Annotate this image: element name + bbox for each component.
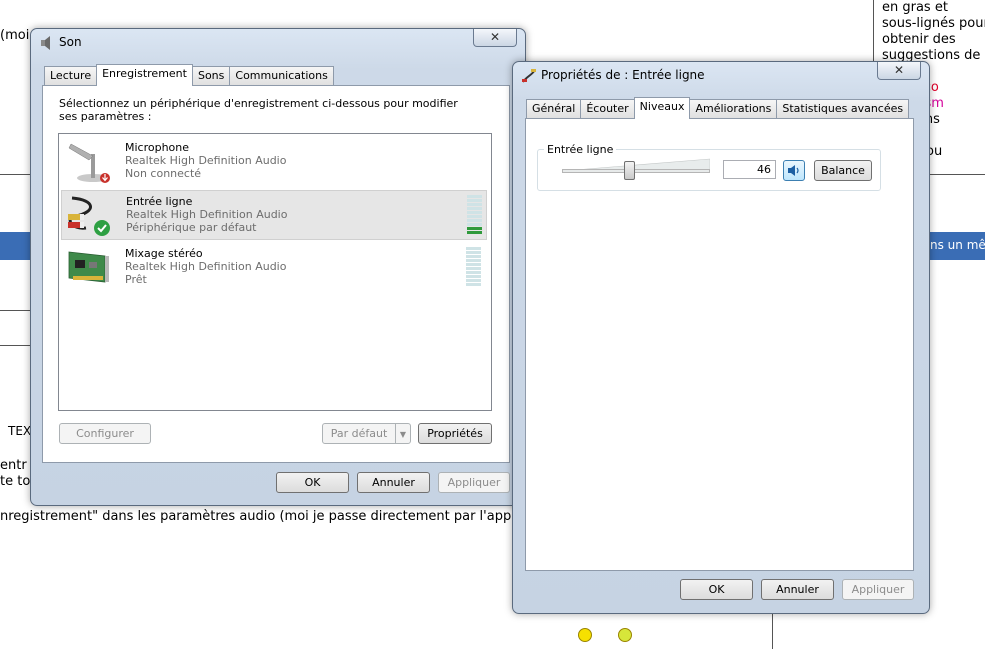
meter-bar [467, 223, 482, 226]
son-close-button[interactable]: ✕ [473, 29, 517, 47]
balance-button[interactable]: Balance [814, 160, 872, 181]
tab-ecouter[interactable]: Écouter [580, 99, 635, 118]
levels-group-label: Entrée ligne [544, 143, 617, 156]
device-item-line-in[interactable]: Entrée ligne Realtek High Definition Aud… [61, 190, 487, 240]
level-meter [467, 195, 482, 235]
device-status: Non connecté [125, 167, 202, 180]
son-title: Son [59, 35, 82, 49]
meter-bar [466, 251, 481, 254]
bg-text-fragment: (moi [0, 28, 30, 43]
device-name: Microphone [125, 141, 190, 154]
meter-bar [467, 215, 482, 218]
bg-text-fragment: te to [0, 474, 31, 489]
device-list: Microphone Realtek High Definition Audio… [58, 133, 492, 411]
sound-card-icon [68, 251, 109, 283]
bg-divider [0, 174, 30, 175]
level-meter [466, 247, 481, 287]
properties-button[interactable]: Propriétés [418, 423, 492, 444]
tab-sons[interactable]: Sons [191, 66, 231, 85]
level-input[interactable]: 46 [723, 160, 776, 179]
bg-header-band [0, 232, 30, 260]
son-instruction: Sélectionnez un périphérique d'enregistr… [59, 97, 458, 123]
bg-band-text: ns un mêm [930, 238, 985, 252]
meter-bar [466, 255, 481, 258]
line-in-cable-icon [68, 196, 110, 236]
meter-bar [467, 207, 482, 210]
meter-bar [466, 267, 481, 270]
bg-side-line: sous-lignés pour [882, 16, 985, 31]
meter-bar [466, 279, 481, 282]
tab-lecture[interactable]: Lecture [44, 66, 98, 85]
microphone-icon [68, 143, 110, 183]
device-driver: Realtek High Definition Audio [125, 260, 287, 273]
device-name: Entrée ligne [126, 195, 193, 208]
properties-title: Propriétés de : Entrée ligne [541, 68, 705, 82]
volume-slider-thumb[interactable] [624, 161, 635, 180]
mute-button[interactable] [783, 160, 805, 181]
smiley-icon[interactable] [578, 628, 592, 642]
bg-header-band-right: ns un mêm [928, 232, 985, 260]
tab-general[interactable]: Général [526, 99, 582, 118]
bg-divider [0, 310, 30, 311]
meter-bar [467, 231, 482, 234]
chevron-down-icon: ▼ [399, 430, 407, 439]
configure-button[interactable]: Configurer [59, 423, 151, 444]
meter-bar [466, 247, 481, 250]
speaker-icon [788, 165, 799, 176]
meter-bar [467, 227, 482, 230]
speaker-icon [41, 36, 50, 50]
device-item-stereo-mix[interactable]: Mixage stéréo Realtek High Definition Au… [61, 243, 487, 293]
meter-bar [466, 271, 481, 274]
meter-bar [466, 263, 481, 266]
tab-statistiques-avancees[interactable]: Statistiques avancées [776, 99, 910, 118]
meter-bar [467, 219, 482, 222]
line-in-cable-icon [522, 69, 536, 83]
bg-divider [0, 345, 30, 346]
set-default-button[interactable]: Par défaut [322, 423, 396, 444]
meter-bar [467, 199, 482, 202]
device-status: Prêt [125, 273, 147, 286]
meter-bar [467, 211, 482, 214]
tab-ameliorations[interactable]: Améliorations [689, 99, 778, 118]
meter-bar [467, 203, 482, 206]
properties-ok-button[interactable]: OK [680, 579, 753, 600]
device-driver: Realtek High Definition Audio [125, 154, 287, 167]
meter-bar [466, 275, 481, 278]
smiley-icon[interactable] [618, 628, 632, 642]
device-driver: Realtek High Definition Audio [126, 208, 288, 221]
bg-main-text: nregistrement" dans les paramètres audio… [0, 509, 512, 524]
properties-tabs: Général Écouter Niveaux Améliorations St… [526, 97, 910, 119]
son-cancel-button[interactable]: Annuler [357, 472, 430, 493]
set-default-dropdown[interactable]: ▼ [395, 423, 411, 444]
meter-bar [467, 195, 482, 198]
properties-close-button[interactable]: ✕ [877, 62, 921, 80]
son-apply-button[interactable]: Appliquer [438, 472, 510, 493]
bg-divider [772, 612, 773, 649]
meter-bar [466, 259, 481, 262]
bg-side-line: obtenir des [882, 32, 956, 47]
son-ok-button[interactable]: OK [276, 472, 349, 493]
son-tabs: Lecture Enregistrement Sons Communicatio… [44, 64, 334, 86]
bg-text-fragment: entr [0, 458, 27, 473]
volume-slider-track[interactable] [562, 169, 710, 173]
tab-communications[interactable]: Communications [229, 66, 334, 85]
device-name: Mixage stéréo [125, 247, 203, 260]
tab-niveaux[interactable]: Niveaux [633, 97, 691, 119]
device-item-microphone[interactable]: Microphone Realtek High Definition Audio… [61, 137, 487, 187]
properties-apply-button[interactable]: Appliquer [842, 579, 914, 600]
device-status: Périphérique par défaut [126, 221, 257, 234]
bg-tex-label[interactable]: TEX [8, 424, 31, 438]
meter-bar [466, 283, 481, 286]
tab-enregistrement[interactable]: Enregistrement [96, 64, 193, 86]
properties-cancel-button[interactable]: Annuler [761, 579, 834, 600]
bg-side-line: en gras et [882, 0, 948, 15]
